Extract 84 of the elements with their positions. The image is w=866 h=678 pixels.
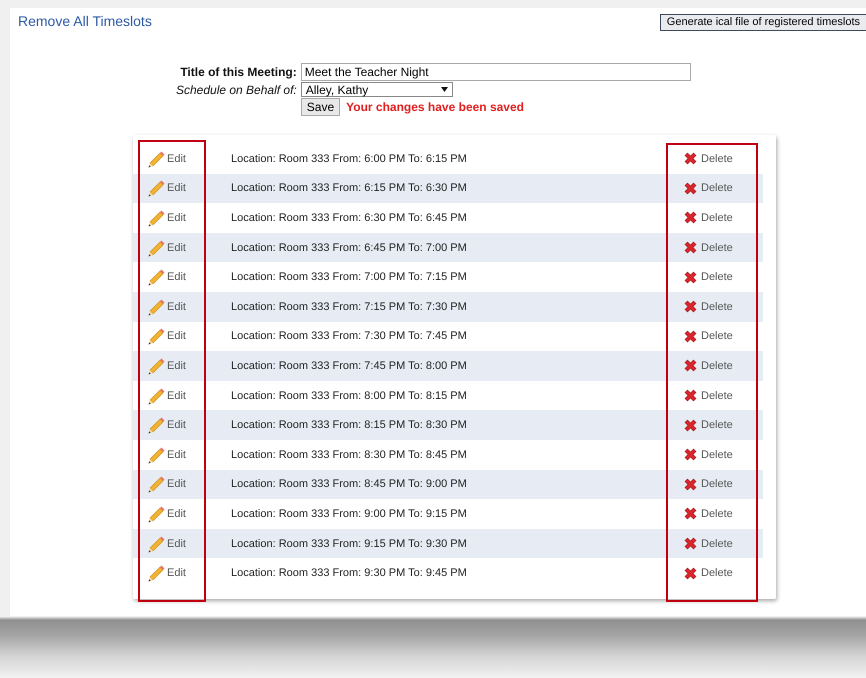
delete-icon [683,536,698,552]
delete-icon [683,388,698,404]
timeslot-text: Location: Room 333 From: 8:45 PM To: 9:00 PM [231,478,468,490]
delete-button[interactable]: Delete [683,299,763,314]
delete-button[interactable]: Delete [683,151,763,166]
edit-button[interactable]: Edit [147,356,231,375]
edit-button[interactable]: Edit [147,386,231,405]
pencil-icon [147,386,165,405]
delete-icon [683,270,698,285]
timeslot-text: Location: Room 333 From: 6:30 PM To: 6:45 PM [231,212,468,224]
delete-button[interactable]: Delete [683,536,763,552]
edit-button[interactable]: Edit [147,298,231,316]
edit-button[interactable]: Edit [147,475,231,494]
delete-icon [683,358,698,374]
timeslot-text: Location: Room 333 From: 8:15 PM To: 8:30 PM [231,419,468,432]
timeslot-text: Location: Room 333 From: 6:15 PM To: 6:30 PM [231,182,468,194]
delete-icon [683,566,698,581]
delete-button[interactable]: Delete [683,270,763,285]
delete-button[interactable]: Delete [683,506,763,522]
delete-button[interactable]: Delete [683,210,763,226]
edit-button[interactable]: Edit [147,208,231,227]
edit-button[interactable]: Edit [147,446,231,464]
delete-icon [683,210,698,226]
timeslot-text: Location: Room 333 From: 7:45 PM To: 8:00 PM [231,360,468,372]
delete-button[interactable]: Delete [683,476,763,492]
timeslot-text: Location: Room 333 From: 7:15 PM To: 7:30 PM [231,300,468,313]
delete-icon [683,299,698,314]
edit-button[interactable]: Edit [147,416,231,434]
pencil-icon [147,238,165,257]
timeslot-text: Location: Room 333 From: 8:00 PM To: 8:15 PM [231,390,468,402]
pencil-icon [147,504,165,523]
delete-icon [683,506,698,522]
pencil-icon [147,179,165,198]
delete-button[interactable]: Delete [683,180,763,196]
edit-button[interactable]: Edit [147,150,231,168]
behalf-dropdown[interactable]: Alley, Kathy [300,82,453,97]
edit-button[interactable]: Edit [147,179,231,198]
delete-icon [683,447,698,462]
caret-icon [440,87,448,92]
pencil-icon [147,446,165,464]
delete-icon [683,240,698,256]
pencil-icon [147,268,165,286]
pencil-icon [147,327,165,346]
delete-icon [683,328,698,344]
pencil-icon [147,150,165,168]
pencil-icon [147,208,165,227]
behalf-label: Schedule on Behalf of: [176,82,297,96]
delete-icon [683,151,698,166]
timeslot-text: Location: Room 333 From: 7:00 PM To: 7:15 PM [231,271,468,284]
delete-button[interactable]: Delete [683,240,763,256]
delete-button[interactable]: Delete [683,566,763,581]
edit-button[interactable]: Edit [147,534,231,553]
pencil-icon [147,475,165,494]
title-field[interactable]: Meet the Teacher Night [300,63,691,81]
delete-button[interactable]: Delete [683,388,763,404]
timeslot-text: Location: Room 333 From: 9:00 PM To: 9:15 PM [231,508,468,520]
save-button[interactable]: Save [300,98,340,116]
timeslot-text: Location: Room 333 From: 9:15 PM To: 9:30 PM [231,538,468,550]
timeslot-text: Location: Room 333 From: 7:30 PM To: 7:45 PM [231,330,468,342]
saved-message: Your changes have been saved [346,100,524,114]
edit-button[interactable]: Edit [147,564,231,582]
timeslot-text: Location: Room 333 From: 8:30 PM To: 8:45 PM [231,448,468,461]
delete-button[interactable]: Delete [683,447,763,462]
pencil-icon [147,564,165,582]
timeslot-text: Location: Room 333 From: 6:45 PM To: 7:00 PM [231,242,468,254]
delete-icon [683,476,698,492]
delete-button[interactable]: Delete [683,418,763,433]
delete-button[interactable]: Delete [683,358,763,374]
remove-all-link[interactable]: Remove All Timeslots [18,13,152,29]
pencil-icon [147,356,165,375]
timeslot-text: Location: Room 333 From: 6:00 PM To: 6:15 PM [231,152,468,165]
timeslot-text: Location: Room 333 From: 9:30 PM To: 9:45 PM [231,567,468,580]
pencil-icon [147,534,165,553]
delete-icon [683,418,698,433]
pencil-icon [147,416,165,434]
pencil-icon [147,298,165,316]
edit-button[interactable]: Edit [147,268,231,286]
generate-ical-button[interactable]: Generate ical file of registered timeslots [660,14,866,31]
delete-icon [683,180,698,196]
delete-button[interactable]: Delete [683,328,763,344]
title-label: Title of this Meeting: [179,65,297,79]
edit-button[interactable]: Edit [147,238,231,257]
edit-button[interactable]: Edit [147,504,231,523]
edit-button[interactable]: Edit [147,327,231,346]
